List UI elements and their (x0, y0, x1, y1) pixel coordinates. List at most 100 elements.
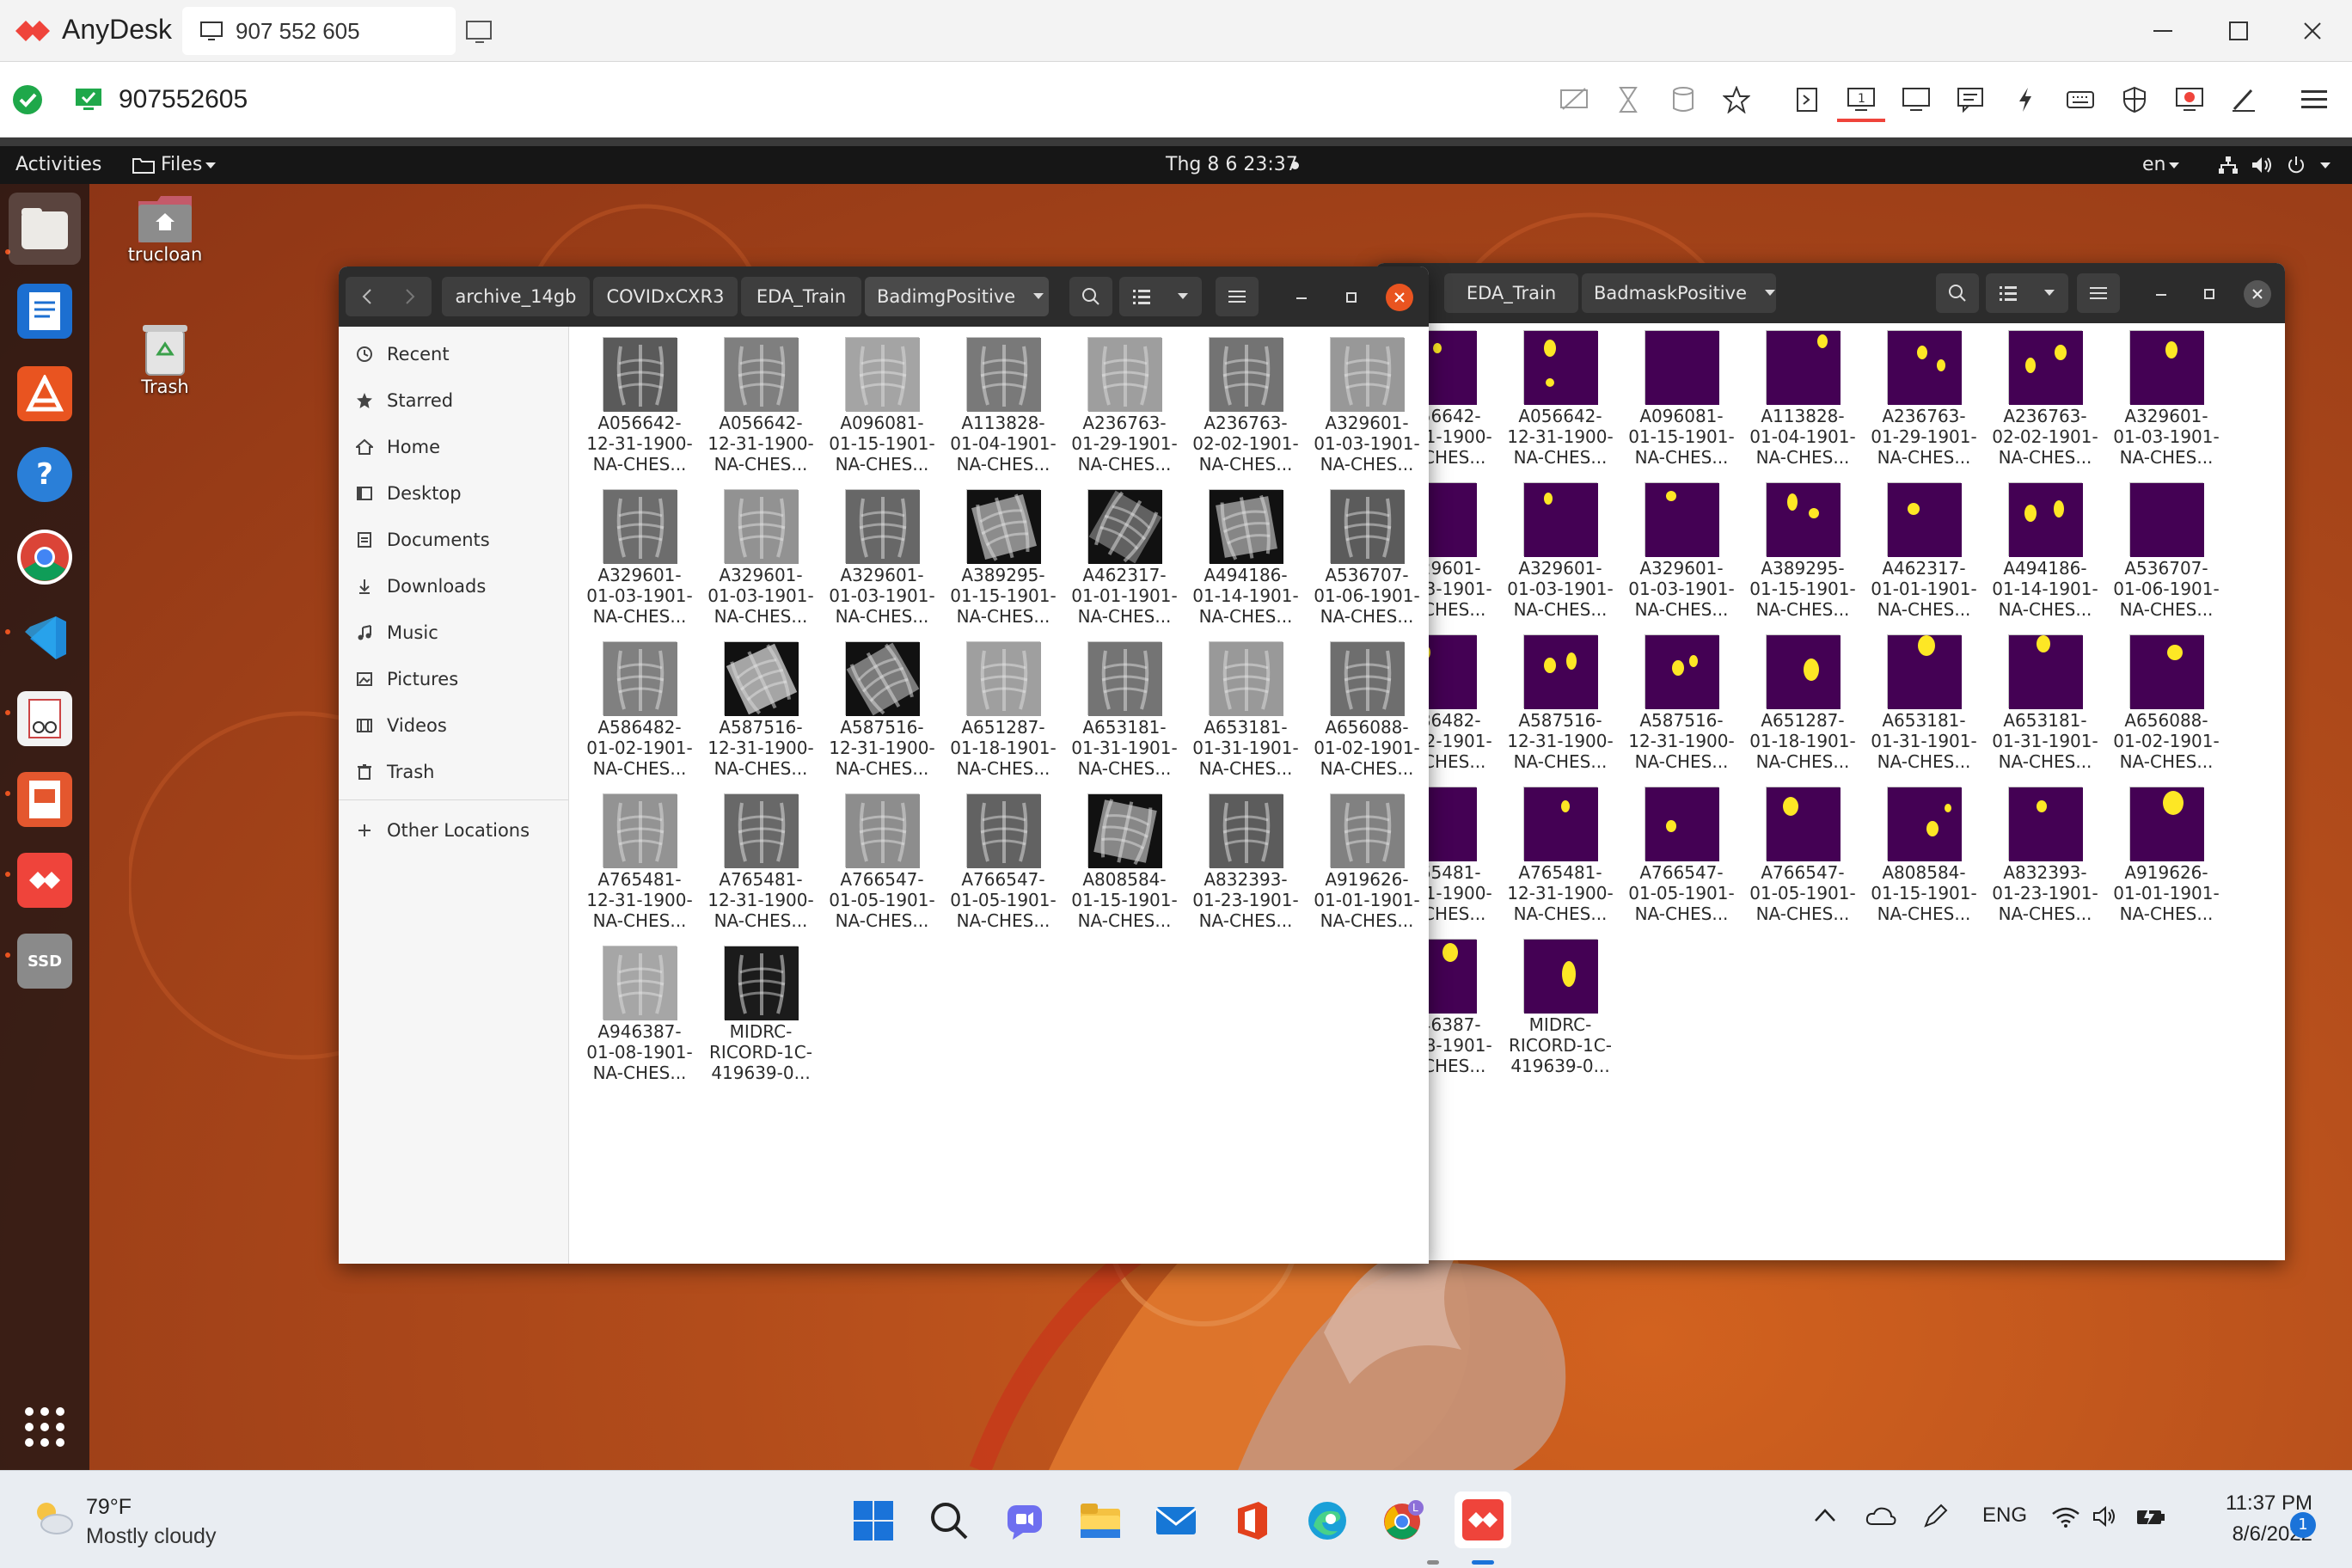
activities-button[interactable]: Activities (15, 154, 101, 176)
anydesk-taskbar-icon[interactable] (1455, 1491, 1511, 1548)
menu-button[interactable] (2077, 273, 2120, 313)
maximize-button[interactable] (2213, 12, 2264, 50)
hamburger-menu-icon[interactable] (2297, 83, 2331, 117)
search-button[interactable] (1069, 277, 1112, 316)
sidebar-item-documents[interactable]: Documents (356, 523, 490, 557)
database-icon[interactable] (1666, 83, 1700, 117)
minimize-button[interactable] (2149, 282, 2173, 306)
vscode-icon[interactable] (17, 610, 72, 665)
mail-icon[interactable] (1152, 1497, 1200, 1545)
actions-lightning-icon[interactable] (2008, 83, 2043, 117)
file-transfer-icon[interactable] (1790, 83, 1824, 117)
file-item[interactable]: A808584- 01-15-1901- NA-CHES... (1864, 780, 1984, 929)
anydesk-dock-icon[interactable] (17, 853, 72, 908)
file-item[interactable]: A389295- 01-15-1901- NA-CHES... (943, 482, 1063, 632)
session-tab[interactable]: 907 552 605 (182, 7, 456, 55)
minimize-button[interactable] (1289, 285, 1314, 309)
monitor-1-icon[interactable]: 1 (1844, 83, 1878, 117)
file-item[interactable]: A919626- 01-01-1901- NA-CHES... (2106, 780, 2226, 929)
back-arrow-icon[interactable] (362, 288, 372, 305)
file-explorer-icon[interactable] (1076, 1497, 1124, 1545)
file-item[interactable]: A236763- 02-02-1901- NA-CHES... (1985, 323, 2105, 473)
sidebar-item-pictures[interactable]: Pictures (356, 662, 458, 696)
file-item[interactable]: A765481- 12-31-1900- NA-CHES... (579, 787, 700, 936)
ubuntu-software-icon[interactable] (17, 366, 72, 421)
file-item[interactable]: A329601- 01-03-1901- NA-CHES... (1500, 475, 1620, 625)
view-options-button[interactable] (1986, 273, 2068, 313)
office-icon[interactable] (1228, 1497, 1276, 1545)
maximize-button[interactable] (1339, 285, 1363, 309)
sidebar-item-music[interactable]: Music (356, 616, 438, 650)
file-item[interactable]: A766547- 01-05-1901- NA-CHES... (943, 787, 1063, 936)
chrome-taskbar-icon[interactable]: L (1379, 1497, 1427, 1545)
sidebar-item-recent[interactable]: Recent (356, 337, 450, 371)
hourglass-icon[interactable] (1611, 83, 1645, 117)
file-item[interactable]: A056642- 12-31-1900- NA-CHES... (1500, 323, 1620, 473)
file-item[interactable]: MIDRC- RICORD-1C- 419639-0... (1500, 932, 1620, 1081)
close-button[interactable] (2287, 12, 2338, 50)
file-item[interactable]: A236763- 01-29-1901- NA-CHES... (1864, 323, 1984, 473)
file-item[interactable]: A329601- 01-03-1901- NA-CHES... (1621, 475, 1742, 625)
weather-cloud-sun-icon[interactable] (31, 1498, 74, 1536)
chevron-up-icon[interactable] (1814, 1507, 1836, 1522)
desktop-icon-trash[interactable]: Trash (96, 322, 234, 397)
file-item[interactable]: A096081- 01-15-1901- NA-CHES... (822, 330, 942, 480)
start-windows-icon[interactable] (849, 1497, 897, 1545)
file-item[interactable]: A832393- 01-23-1901- NA-CHES... (1185, 787, 1306, 936)
file-item[interactable]: A587516- 12-31-1900- NA-CHES... (1621, 628, 1742, 777)
file-item[interactable]: A587516- 12-31-1900- NA-CHES... (701, 634, 821, 784)
show-applications-icon[interactable] (24, 1406, 65, 1448)
file-item[interactable]: A653181- 01-31-1901- NA-CHES... (1064, 634, 1185, 784)
file-item[interactable]: A808584- 01-15-1901- NA-CHES... (1064, 787, 1185, 936)
breadcrumb-eda-train[interactable]: EDA_Train (741, 277, 861, 316)
notification-badge[interactable]: 1 (2290, 1512, 2316, 1538)
file-item[interactable]: A653181- 01-31-1901- NA-CHES... (1185, 634, 1306, 784)
record-session-icon[interactable] (2172, 83, 2207, 117)
file-item[interactable]: A765481- 12-31-1900- NA-CHES... (701, 787, 821, 936)
breadcrumb-covidxcxr3[interactable]: COVIDxCXR3 (593, 277, 738, 316)
file-manager-window-masks[interactable]: EDA_Train BadmaskPositive A056642- 12-31-… (1375, 263, 2285, 1260)
sidebar-item-trash[interactable]: Trash (356, 755, 435, 789)
search-button[interactable] (1936, 273, 1979, 313)
new-session-icon[interactable] (464, 17, 495, 45)
breadcrumb-badimgpositive[interactable]: BadimgPositive (865, 277, 1049, 316)
libreoffice-impress-icon[interactable] (17, 772, 72, 827)
weather-temp[interactable]: 79°F (86, 1495, 132, 1520)
libreoffice-writer-icon[interactable] (17, 284, 72, 339)
file-item[interactable]: A329601- 01-03-1901- NA-CHES... (701, 482, 821, 632)
ssd-drive-icon[interactable]: SSD (17, 934, 72, 989)
file-item[interactable]: A536707- 01-06-1901- NA-CHES... (2106, 475, 2226, 625)
file-item[interactable]: A113828- 01-04-1901- NA-CHES... (1743, 323, 1863, 473)
wifi-icon[interactable] (2051, 1505, 2080, 1528)
file-item[interactable]: A653181- 01-31-1901- NA-CHES... (1985, 628, 2105, 777)
file-item[interactable]: A494186- 01-14-1901- NA-CHES... (1985, 475, 2105, 625)
file-item[interactable]: A766547- 01-05-1901- NA-CHES... (822, 787, 942, 936)
maximize-button[interactable] (2197, 282, 2221, 306)
privacy-mode-icon[interactable] (1557, 83, 1591, 117)
file-item[interactable]: A651287- 01-18-1901- NA-CHES... (1743, 628, 1863, 777)
power-icon[interactable] (2287, 156, 2306, 175)
clock[interactable]: Thg 8 6 23:37 (1166, 154, 1298, 176)
file-item[interactable]: A236763- 02-02-1901- NA-CHES... (1185, 330, 1306, 480)
chat-icon[interactable] (1953, 83, 1988, 117)
file-item[interactable]: A832393- 01-23-1901- NA-CHES... (1985, 780, 2105, 929)
breadcrumb-eda-train[interactable]: EDA_Train (1444, 273, 1578, 313)
weather-desc[interactable]: Mostly cloudy (86, 1524, 216, 1549)
chrome-icon[interactable] (17, 530, 72, 585)
files-app-icon[interactable] (9, 193, 81, 265)
file-item[interactable]: A651287- 01-18-1901- NA-CHES... (943, 634, 1063, 784)
file-item[interactable]: A656088- 01-02-1901- NA-CHES... (1307, 634, 1427, 784)
sidebar-item-starred[interactable]: Starred (356, 383, 453, 418)
file-item[interactable]: A462317- 01-01-1901- NA-CHES... (1864, 475, 1984, 625)
desktop-icon-home[interactable]: trucloan (96, 193, 234, 265)
teams-chat-icon[interactable] (1001, 1497, 1049, 1545)
display-settings-icon[interactable] (1899, 83, 1933, 117)
address-field[interactable]: 907552605 (58, 74, 1520, 126)
speaker-icon[interactable] (2092, 1505, 2118, 1528)
sidebar-item-downloads[interactable]: Downloads (356, 569, 486, 603)
file-item[interactable]: A462317- 01-01-1901- NA-CHES... (1064, 482, 1185, 632)
file-item[interactable]: A587516- 12-31-1900- NA-CHES... (822, 634, 942, 784)
file-item[interactable]: A587516- 12-31-1900- NA-CHES... (1500, 628, 1620, 777)
file-item[interactable]: A329601- 01-03-1901- NA-CHES... (1307, 330, 1427, 480)
file-manager-window-images[interactable]: archive_14gb COVIDxCXR3 EDA_Train Badimg… (339, 266, 1429, 1264)
